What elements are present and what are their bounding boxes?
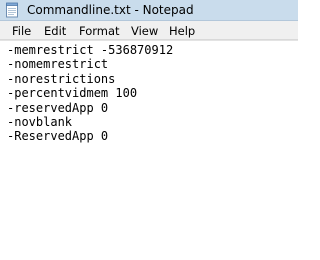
menu-view[interactable]: View xyxy=(131,24,158,38)
text-line[interactable]: -nomemrestrict xyxy=(7,57,173,71)
title-bar[interactable]: Commandline.txt - Notepad xyxy=(0,0,298,21)
menu-file[interactable]: File xyxy=(12,24,31,38)
menu-format[interactable]: Format xyxy=(79,24,120,38)
text-line[interactable]: -percentvidmem 100 xyxy=(7,86,173,100)
text-line[interactable]: -memrestrict -536870912 xyxy=(7,43,173,57)
notepad-icon[interactable] xyxy=(5,2,20,18)
menu-edit[interactable]: Edit xyxy=(44,24,66,38)
window-title: Commandline.txt - Notepad xyxy=(27,3,194,17)
text-editor[interactable]: -memrestrict -536870912 -nomemrestrict -… xyxy=(0,40,298,260)
text-line[interactable]: -norestrictions xyxy=(7,72,173,86)
text-line[interactable]: -ReservedApp 0 xyxy=(7,129,173,143)
notepad-window: Commandline.txt - Notepad File Edit Form… xyxy=(0,0,298,260)
menu-bar: File Edit Format View Help xyxy=(0,21,298,40)
text-line[interactable]: -reservedApp 0 xyxy=(7,101,173,115)
text-line[interactable]: -novblank xyxy=(7,115,173,129)
menu-help[interactable]: Help xyxy=(169,24,195,38)
document-text[interactable]: -memrestrict -536870912 -nomemrestrict -… xyxy=(7,43,173,144)
